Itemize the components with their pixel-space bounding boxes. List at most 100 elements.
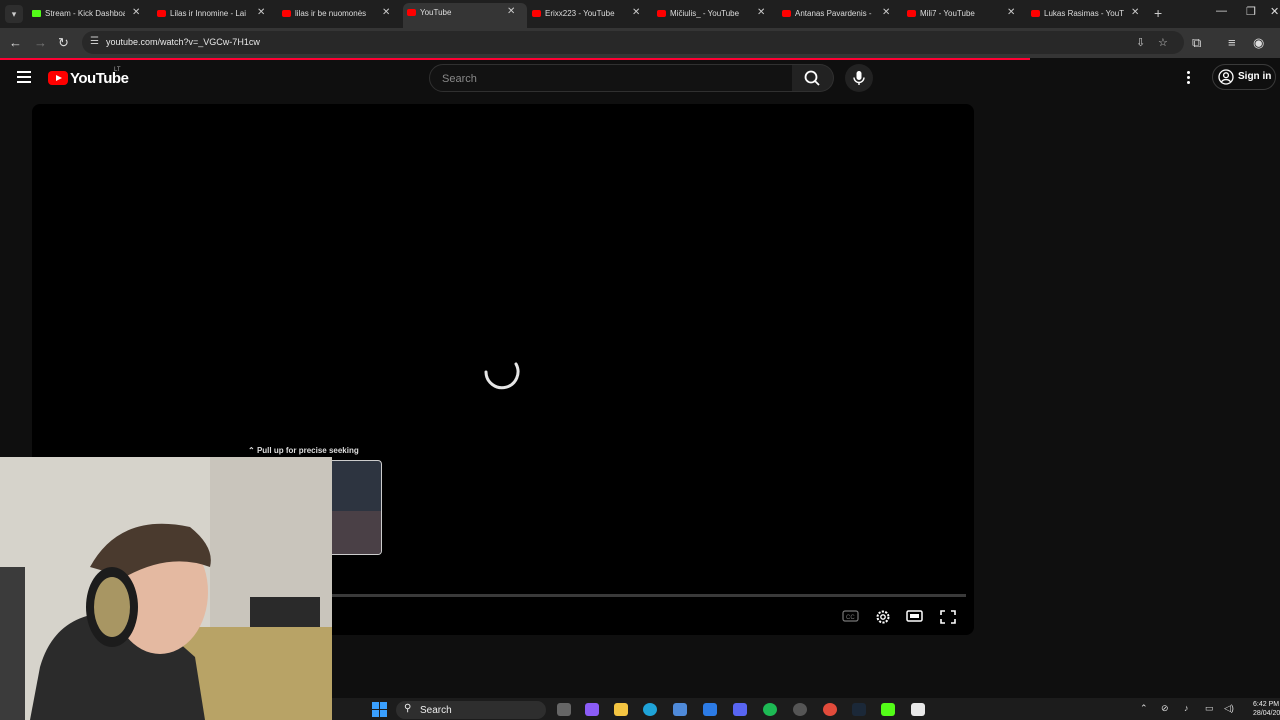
tab-label: Lukas Rasimas - YouT	[1044, 9, 1124, 18]
youtube-favicon-icon	[532, 10, 541, 17]
youtube-favicon-icon	[157, 10, 166, 17]
kick-app-icon[interactable]	[881, 703, 895, 716]
browser-tab[interactable]: Mili7 - YouTube ✕	[903, 4, 1027, 24]
site-info-icon[interactable]: ☰	[90, 36, 99, 47]
search-button[interactable]	[792, 64, 834, 92]
streamer-webcam-image	[0, 457, 332, 720]
chrome-icon[interactable]	[823, 703, 837, 716]
windows-taskbar: ⚲ Search ⌃ ⊘ ♪ ▭ ◁) 6:42 PM 28/04/20	[332, 698, 1280, 720]
restore-button[interactable]: ❐	[1246, 5, 1256, 18]
install-app-icon[interactable]: ⇩	[1136, 36, 1145, 49]
tab-label: Lilas ir Innomine - Lai	[170, 9, 247, 18]
browser-tab[interactable]: lilas ir be nuomonės ✕	[278, 4, 402, 24]
profile-icon[interactable]: ◉	[1253, 35, 1264, 51]
tray-mic-icon[interactable]: ♪	[1184, 703, 1189, 713]
store-icon[interactable]	[673, 703, 687, 716]
steam-icon[interactable]	[852, 703, 866, 716]
forward-button[interactable]: →	[34, 35, 47, 50]
settings-menu-icon[interactable]	[1187, 71, 1191, 86]
tray-monitor-icon[interactable]: ▭	[1205, 703, 1214, 714]
close-window-button[interactable]: ✕	[1270, 5, 1279, 18]
guide-menu-icon[interactable]	[17, 71, 31, 83]
tab-close-icon[interactable]: ✕	[382, 7, 390, 18]
task-view-icon[interactable]	[557, 703, 571, 716]
tab-close-icon[interactable]: ✕	[757, 7, 765, 18]
file-explorer-icon[interactable]	[614, 703, 628, 716]
youtube-play-icon	[48, 71, 68, 85]
tab-close-icon[interactable]: ✕	[1131, 7, 1139, 18]
browser-tab[interactable]: Mičiulis_ - YouTube ✕	[653, 4, 777, 24]
search-box	[429, 64, 793, 92]
minimize-button[interactable]: —	[1216, 5, 1227, 17]
search-input[interactable]	[440, 70, 774, 88]
country-code: LT	[114, 67, 121, 73]
browser-tab[interactable]: YouTube ✕	[403, 3, 527, 28]
taskbar-clock[interactable]: 6:42 PM 28/04/20	[1253, 700, 1280, 718]
fullscreen-icon[interactable]	[939, 609, 957, 625]
tab-search-chevron-icon[interactable]: ▾	[5, 5, 23, 23]
kick-favicon-icon	[32, 10, 41, 17]
browser-tab[interactable]: Antanas Pavardenis - ✕	[778, 4, 902, 24]
browser-tab[interactable]: Lukas Rasimas - YouT ✕	[1027, 4, 1151, 24]
browser-tab[interactable]: Erixx223 - YouTube ✕	[528, 4, 652, 24]
tab-close-icon[interactable]: ✕	[132, 7, 140, 18]
youtube-favicon-icon	[657, 10, 666, 17]
extensions-icon[interactable]: ⧉	[1192, 35, 1201, 51]
theater-mode-icon[interactable]	[906, 609, 924, 623]
taskbar-search-icon: ⚲	[404, 703, 412, 714]
tray-chevron-icon[interactable]: ⌃	[1140, 703, 1148, 714]
youtube-favicon-icon	[407, 9, 416, 16]
new-tab-button[interactable]: +	[1154, 5, 1162, 21]
url-text: youtube.com/watch?v=_VGCw-7H1cw	[106, 37, 260, 47]
youtube-favicon-icon	[1031, 10, 1040, 17]
tab-label: Antanas Pavardenis -	[795, 9, 872, 18]
tab-close-icon[interactable]: ✕	[632, 7, 640, 18]
tab-close-icon[interactable]: ✕	[257, 7, 265, 18]
bookmark-star-icon[interactable]: ☆	[1158, 36, 1168, 49]
snipping-tool-icon[interactable]	[911, 703, 925, 716]
svg-text:CC: CC	[846, 615, 855, 621]
back-button[interactable]: ←	[9, 35, 22, 50]
youtube-favicon-icon	[907, 10, 916, 17]
sign-in-label: Sign in	[1238, 71, 1272, 82]
settings-gear-icon[interactable]	[874, 609, 892, 625]
media-controls-icon[interactable]: ≡	[1228, 35, 1236, 50]
voice-search-button[interactable]	[845, 64, 873, 92]
clock-date: 28/04/20	[1253, 710, 1280, 717]
tab-label: lilas ir be nuomonės	[295, 9, 367, 18]
tray-volume-icon[interactable]: ◁)	[1224, 703, 1234, 714]
reload-button[interactable]: ↻	[58, 35, 69, 51]
youtube-header: YouTube LT Sign in	[0, 60, 1280, 96]
sign-in-button[interactable]: Sign in	[1212, 64, 1276, 90]
webcam-overlay	[0, 457, 332, 720]
youtube-favicon-icon	[782, 10, 791, 17]
tab-close-icon[interactable]: ✕	[507, 6, 515, 17]
subtitles-icon[interactable]: CC	[842, 609, 860, 623]
browser-tab[interactable]: Lilas ir Innomine - Lai ✕	[153, 4, 277, 24]
seek-hint-text: Pull up for precise seeking	[256, 446, 359, 455]
mail-icon[interactable]	[703, 703, 717, 716]
copilot-icon[interactable]	[585, 703, 599, 716]
windows-start-icon[interactable]	[372, 702, 388, 718]
tab-close-icon[interactable]: ✕	[1007, 7, 1015, 18]
taskbar-search[interactable]: ⚲ Search	[396, 701, 546, 719]
taskbar-search-label: Search	[420, 705, 452, 716]
obs-icon[interactable]	[793, 703, 807, 716]
tab-label: Mili7 - YouTube	[920, 9, 975, 18]
seek-hint: ⌃ Pull up for precise seeking	[248, 446, 359, 455]
address-bar[interactable]: ☰ youtube.com/watch?v=_VGCw-7H1cw ⇩ ☆	[82, 31, 1184, 54]
clock-time: 6:42 PM	[1253, 701, 1280, 708]
discord-icon[interactable]	[733, 703, 747, 716]
edge-icon[interactable]	[643, 703, 657, 716]
tray-network-icon[interactable]: ⊘	[1161, 703, 1169, 714]
microphone-icon	[853, 71, 865, 85]
navigation-bar: ← → ↻ ☰ youtube.com/watch?v=_VGCw-7H1cw …	[0, 28, 1280, 58]
tab-label: Mičiulis_ - YouTube	[670, 9, 740, 18]
account-icon	[1218, 69, 1234, 85]
spotify-icon[interactable]	[763, 703, 777, 716]
loading-spinner-icon	[484, 362, 520, 390]
search-icon	[804, 70, 820, 86]
tab-close-icon[interactable]: ✕	[882, 7, 890, 18]
browser-tab[interactable]: Stream - Kick Dashboard ✕	[28, 4, 152, 24]
youtube-favicon-icon	[282, 10, 291, 17]
